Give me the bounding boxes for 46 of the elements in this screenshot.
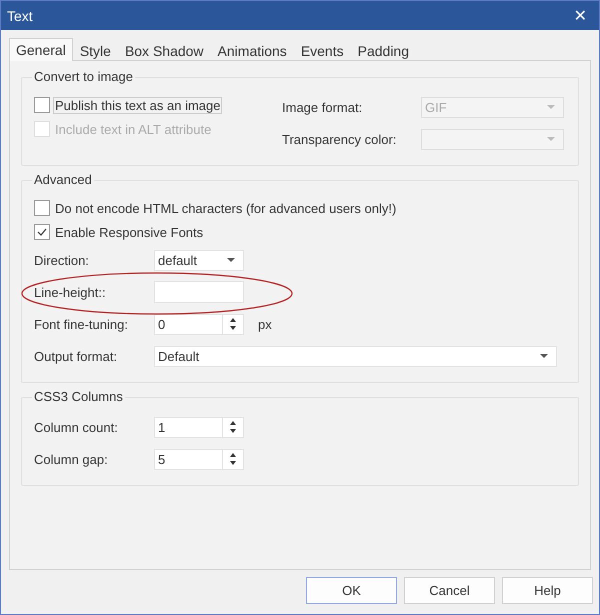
input-field[interactable] <box>154 281 244 303</box>
field-label: Font fine-tuning: <box>34 316 129 332</box>
dialog-button[interactable]: OK <box>306 577 397 604</box>
spin-field[interactable]: 1 <box>154 416 244 438</box>
caret-icon <box>547 137 555 141</box>
field-label: Output format: <box>34 348 118 364</box>
field-label: Direction: <box>34 252 90 268</box>
field-label: Column gap: <box>34 452 109 466</box>
checkbox[interactable]: Do not encode HTML characters (for advanced users only!) <box>34 200 398 216</box>
unit-label: px <box>258 316 272 332</box>
down-arrow-icon <box>230 326 236 330</box>
tab[interactable]: General <box>9 38 73 61</box>
up-arrow-icon <box>230 421 236 425</box>
tab[interactable]: Events <box>294 40 351 61</box>
caret-icon <box>540 354 548 358</box>
tab[interactable]: Padding <box>350 40 416 61</box>
group-title: Convert to image <box>32 69 135 85</box>
spin-field[interactable]: 0 <box>154 314 244 334</box>
close-button[interactable]: ✕ <box>574 6 587 25</box>
dropdown[interactable]: default <box>154 250 244 270</box>
dropdown-value: Default <box>158 348 200 364</box>
field-label: Column count: <box>34 420 119 434</box>
dialog-button[interactable]: Cancel <box>404 577 495 604</box>
up-arrow-icon <box>230 318 236 322</box>
field-value: 1 <box>158 420 166 434</box>
dropdown-value: default <box>158 252 198 268</box>
tab[interactable]: Box Shadow <box>118 40 211 61</box>
spin-field[interactable]: 5 <box>154 448 244 470</box>
field-label: Line-height:: <box>34 284 107 300</box>
dropdown[interactable]: Default <box>154 346 557 366</box>
dropdown-value: GIF <box>425 100 447 114</box>
down-arrow-icon <box>230 429 236 433</box>
up-arrow-icon <box>230 453 236 457</box>
checkbox[interactable]: Enable Responsive Fonts <box>34 224 206 240</box>
window-title: Text <box>7 8 33 24</box>
caret-icon <box>227 258 235 262</box>
down-arrow-icon <box>230 461 236 465</box>
caret-icon <box>547 105 555 109</box>
dialog-button[interactable]: Help <box>502 577 593 604</box>
tab[interactable]: Style <box>72 40 118 61</box>
field-label: Transparency color: <box>282 132 398 146</box>
checkmark-icon <box>37 228 47 236</box>
field-value: 0 <box>158 316 166 332</box>
field-label: Image format: <box>282 100 364 114</box>
field-value: 5 <box>158 452 166 466</box>
tab[interactable]: Animations <box>210 40 294 61</box>
